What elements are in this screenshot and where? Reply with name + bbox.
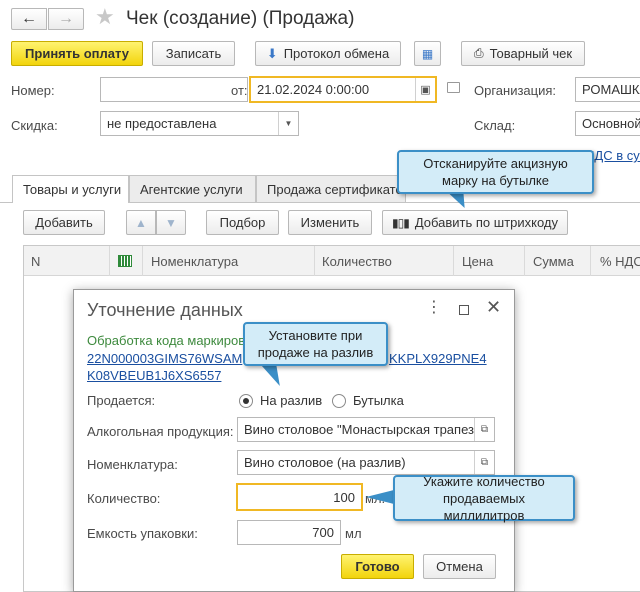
sold-label: Продается: <box>87 393 156 408</box>
bulk-tooltip: Установите при продаже на разлив <box>243 322 388 366</box>
nomenclature-field[interactable]: Вино столовое (на разлив) ⧉ <box>237 450 495 475</box>
save-button[interactable]: Записать <box>152 41 235 66</box>
tab-certificates[interactable]: Продажа сертификато <box>256 175 406 202</box>
arrow-right-icon: → <box>58 10 74 27</box>
capacity-unit: мл <box>345 526 362 541</box>
move-down-button[interactable]: ▼ <box>156 210 186 235</box>
add-by-barcode-button[interactable]: ▮▯▮ Добавить по штрихкоду <box>382 210 568 235</box>
quantity-tooltip: Укажите количество продаваемых миллилитр… <box>393 474 575 523</box>
organization-field[interactable]: РОМАШКА <box>575 77 640 102</box>
tab-agent-services[interactable]: Агентские услуги <box>129 175 256 202</box>
nomenclature-label: Номенклатура: <box>87 457 178 472</box>
done-button[interactable]: Готово <box>341 554 414 579</box>
column-divider <box>453 246 454 276</box>
column-divider <box>590 246 591 276</box>
marking-section-text: Обработка кода маркиров <box>87 333 246 348</box>
move-up-button[interactable]: ▲ <box>126 210 156 235</box>
radio-bulk[interactable] <box>239 394 253 408</box>
forward-button[interactable]: → <box>48 8 84 30</box>
arrow-up-icon: ▲ <box>135 215 147 230</box>
scan-tooltip: Отсканируйте акцизную марку на бутылке <box>397 150 594 194</box>
back-button[interactable]: ← <box>11 8 47 30</box>
quantity-label: Количество: <box>87 491 161 506</box>
marking-code-link-line2[interactable]: K08VBEUB1J6XS6557 <box>87 368 221 383</box>
column-divider <box>524 246 525 276</box>
calendar-icon[interactable]: ▣ <box>415 78 435 101</box>
column-header-sum[interactable]: Сумма <box>533 246 574 276</box>
capacity-field[interactable]: 700 <box>237 520 341 545</box>
history-icon[interactable] <box>447 82 460 93</box>
star-icon[interactable]: ★ <box>95 6 115 28</box>
barcode-icon: ▮▯▮ <box>392 215 410 230</box>
column-header-nomenclature[interactable]: Номенклатура <box>151 246 238 276</box>
marking-code-link-start[interactable]: 22N000003GIMS76WSAM <box>87 351 242 366</box>
alcohol-field[interactable]: Вино столовое "Монастырская трапез ⧉ <box>237 417 495 442</box>
quantity-tooltip-tail <box>366 490 394 504</box>
column-header-mark[interactable] <box>118 246 132 276</box>
column-header-vat[interactable]: % НДС <box>600 246 640 276</box>
organization-label: Организация: <box>474 83 557 98</box>
radio-bulk-label[interactable]: На разлив <box>260 393 322 408</box>
chevron-down-icon[interactable]: ▼ <box>278 112 298 135</box>
radio-bottle[interactable] <box>332 394 346 408</box>
add-button[interactable]: Добавить <box>23 210 105 235</box>
date-field[interactable]: 21.02.2024 0:00:00 ▣ <box>249 76 437 103</box>
tab-goods-services[interactable]: Товары и услуги <box>12 175 129 203</box>
discount-select[interactable]: не предоставлена ▼ <box>100 111 299 136</box>
scan-tooltip-tail <box>447 192 473 208</box>
marking-icon <box>118 255 132 267</box>
accept-payment-button[interactable]: Принять оплату <box>11 41 143 66</box>
tab-underline-gap <box>13 202 128 203</box>
marking-code-link-end[interactable]: KKPLX929PNE4 <box>389 351 487 366</box>
number-label: Номер: <box>11 83 55 98</box>
more-icon[interactable]: ⋮ <box>426 300 442 316</box>
warehouse-field[interactable]: Основной <box>575 111 640 136</box>
hierarchy-icon: ▦ <box>421 46 434 61</box>
radio-bottle-label[interactable]: Бутылка <box>353 393 404 408</box>
close-icon[interactable]: ✕ <box>486 298 501 316</box>
pick-button[interactable]: Подбор <box>206 210 279 235</box>
structure-button[interactable]: ▦ <box>414 41 441 66</box>
goods-receipt-button[interactable]: ⎙ Товарный чек <box>461 41 585 66</box>
column-header-n[interactable]: N <box>31 246 40 276</box>
dialog-title: Уточнение данных <box>87 300 243 320</box>
warehouse-label: Склад: <box>474 118 516 133</box>
column-header-price[interactable]: Цена <box>462 246 493 276</box>
arrow-left-icon: ← <box>21 10 37 27</box>
column-divider <box>314 246 315 276</box>
column-divider <box>142 246 143 276</box>
number-field[interactable] <box>100 77 248 102</box>
exchange-log-button[interactable]: ⬇ Протокол обмена <box>255 41 401 66</box>
column-divider <box>109 246 110 276</box>
cancel-button[interactable]: Отмена <box>423 554 496 579</box>
column-header-quantity[interactable]: Количество <box>322 246 392 276</box>
quantity-field[interactable]: 100 <box>236 483 363 511</box>
discount-label: Скидка: <box>11 118 58 133</box>
date-label: от: <box>231 83 248 98</box>
open-icon[interactable]: ⧉ <box>474 418 494 441</box>
exchange-icon: ⬇ <box>266 45 278 61</box>
page-title: Чек (создание) (Продажа) <box>126 8 355 29</box>
alcohol-label: Алкогольная продукция: <box>87 424 234 439</box>
capacity-label: Емкость упаковки: <box>87 526 198 541</box>
open-icon[interactable]: ⧉ <box>474 451 494 474</box>
arrow-down-icon: ▼ <box>165 215 177 230</box>
printer-icon: ⎙ <box>473 46 484 60</box>
edit-button[interactable]: Изменить <box>288 210 372 235</box>
maximize-icon[interactable] <box>459 305 469 315</box>
